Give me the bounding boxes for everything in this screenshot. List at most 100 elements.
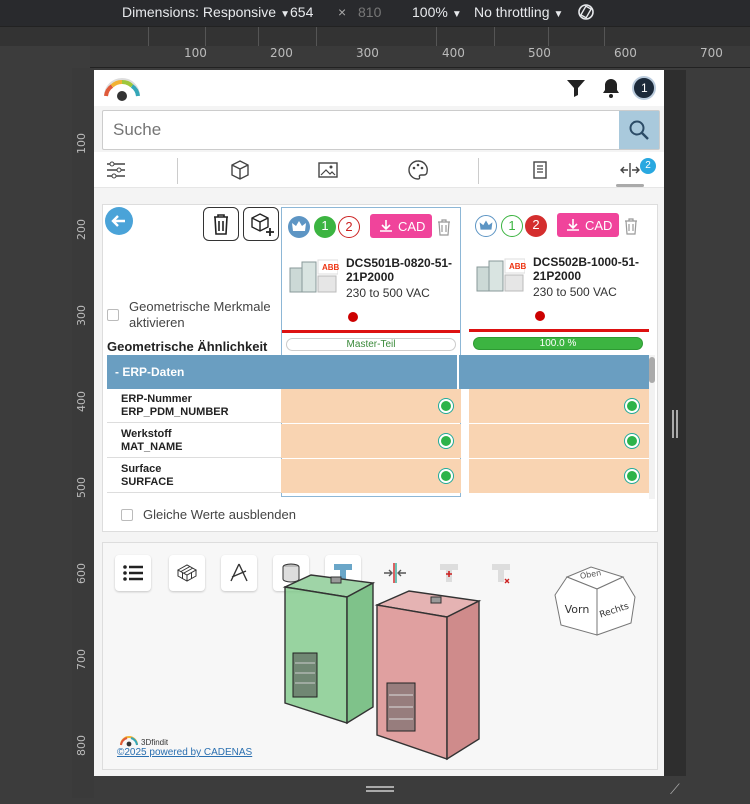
3dfindit-logo-icon: 3Dfindit xyxy=(120,736,169,747)
row-label-line1: ERP-Nummer xyxy=(121,393,192,405)
dimensions-select[interactable]: Dimensions: Responsive ▼ xyxy=(122,4,290,20)
column-separator xyxy=(457,355,459,389)
compared-part-model xyxy=(374,590,482,761)
search-button[interactable] xyxy=(619,111,659,149)
view-cube[interactable]: Oben Vorn Rechts xyxy=(553,563,637,643)
back-button[interactable] xyxy=(105,207,133,235)
resize-handle-horizontal[interactable] xyxy=(366,786,394,792)
product-name[interactable]: DCS501B-0820-51-21P2000 xyxy=(346,256,458,284)
throttling-select[interactable]: No throttling ▼ xyxy=(474,4,563,20)
hide-equal-label: Gleiche Werte ausblenden xyxy=(143,507,296,522)
avatar-initial: 1 xyxy=(641,81,648,95)
row-label-line1: Surface xyxy=(121,463,162,475)
cadenas-logo-icon xyxy=(104,78,140,101)
row-label-line2: ERP_PDM_NUMBER xyxy=(121,406,229,418)
search-input[interactable] xyxy=(103,111,619,149)
table-cell xyxy=(469,459,649,493)
resize-corner-handle[interactable]: ⟋ xyxy=(670,782,684,796)
3d-model-view[interactable] xyxy=(281,573,511,763)
device-viewport: 1 2 Geometrische Merkmale akti xyxy=(94,70,664,776)
rotate-icon[interactable] xyxy=(576,2,596,25)
row-label-line1: Werkstoff xyxy=(121,428,172,440)
geometric-features-checkbox[interactable] xyxy=(107,309,119,321)
product-name[interactable]: DCS502B-1000-51-21P2000 xyxy=(533,255,645,283)
hide-equal-checkbox[interactable] xyxy=(121,509,133,521)
ruler-label: 100 xyxy=(184,46,207,60)
add-cube-icon xyxy=(251,213,274,236)
position-1-button[interactable]: 1 xyxy=(501,215,523,237)
user-avatar[interactable]: 1 xyxy=(632,76,656,100)
wireframe-button[interactable] xyxy=(169,555,205,591)
dimensions-label: Dimensions: Responsive xyxy=(122,4,277,20)
wireframe-icon xyxy=(176,564,198,582)
media-query-strip xyxy=(0,26,750,47)
cad-download-button[interactable]: CAD xyxy=(370,214,432,238)
trash-icon[interactable] xyxy=(436,218,452,236)
resize-handle-vertical[interactable] xyxy=(672,410,678,438)
compare-panel: Geometrische Merkmale aktivieren Geometr… xyxy=(102,204,658,532)
ruler-label: 800 xyxy=(75,735,88,756)
table-cell xyxy=(281,389,461,423)
scrollbar-thumb[interactable] xyxy=(649,357,655,383)
ruler-top: 100 200 300 400 500 600 700 xyxy=(90,46,750,68)
filter-icon[interactable] xyxy=(564,76,588,100)
throttling-label: No throttling xyxy=(474,4,550,20)
measure-button[interactable] xyxy=(221,555,257,591)
table-row: Surface SURFACE xyxy=(107,459,649,493)
tab-separator xyxy=(177,158,178,184)
palette-icon[interactable] xyxy=(406,158,430,182)
position-2-button[interactable]: 2 xyxy=(338,216,360,238)
geometric-similarity-title: Geometrische Ähnlichkeit xyxy=(107,339,268,354)
width-input[interactable]: 654 xyxy=(290,4,313,20)
ruler-label: 400 xyxy=(442,46,465,60)
match-dot xyxy=(625,434,639,448)
position-1-button[interactable]: 1 xyxy=(314,216,336,238)
delete-all-button[interactable] xyxy=(203,207,239,241)
cad-download-button[interactable]: CAD xyxy=(557,213,619,237)
add-part-button[interactable] xyxy=(243,207,279,241)
bell-icon[interactable] xyxy=(599,76,623,100)
row-label: Surface SURFACE xyxy=(107,459,281,493)
erp-section-header[interactable]: - ERP-Daten xyxy=(107,355,649,389)
height-input[interactable]: 810 xyxy=(358,4,381,20)
measure-icon xyxy=(230,563,248,582)
document-icon[interactable] xyxy=(528,158,552,182)
devtools-toolbar: Dimensions: Responsive ▼ 654 × 810 100% ▼ … xyxy=(0,0,750,26)
ruler-label: 700 xyxy=(75,649,88,670)
cube-icon[interactable] xyxy=(228,158,252,182)
compare-arrows-icon[interactable] xyxy=(618,158,642,182)
status-dot xyxy=(348,312,358,322)
row-label: Werkstoff MAT_NAME xyxy=(107,424,281,458)
crown-icon[interactable] xyxy=(288,216,310,238)
app-header: 1 xyxy=(94,70,664,106)
chevron-down-icon: ▼ xyxy=(280,9,290,20)
image-icon[interactable] xyxy=(316,158,340,182)
row-label-line2: SURFACE xyxy=(121,476,174,488)
ruler-label: 200 xyxy=(270,46,293,60)
3d-viewer[interactable]: Oben Vorn Rechts 3Dfindit ©2025 powered … xyxy=(102,542,658,770)
column-header: 1 2 CAD xyxy=(469,207,649,243)
position-2-button[interactable]: 2 xyxy=(525,215,547,237)
sliders-icon[interactable] xyxy=(104,158,128,182)
divider xyxy=(469,329,649,332)
geometric-features-label: Geometrische Merkmale aktivieren xyxy=(129,299,271,330)
master-part-model xyxy=(282,574,376,725)
table-row: ERP-Nummer ERP_PDM_NUMBER xyxy=(107,389,649,423)
ruler-label: 600 xyxy=(75,563,88,584)
view-cube-front-label[interactable]: Vorn xyxy=(565,603,590,616)
ruler-label: 300 xyxy=(75,305,88,326)
product-description: 230 to 500 VAC xyxy=(533,285,617,299)
zoom-select[interactable]: 100% ▼ xyxy=(412,4,462,20)
match-dot xyxy=(439,434,453,448)
list-icon xyxy=(123,565,143,581)
match-dot xyxy=(439,399,453,413)
times-sign: × xyxy=(338,4,347,20)
list-view-button[interactable] xyxy=(115,555,151,591)
crown-icon[interactable] xyxy=(475,215,497,237)
table-row: Werkstoff MAT_NAME xyxy=(107,424,649,458)
abb-logo: ABB xyxy=(322,263,340,272)
powered-by-link[interactable]: ©2025 powered by CADENAS xyxy=(117,747,252,758)
table-cell xyxy=(469,389,649,423)
match-dot xyxy=(625,399,639,413)
trash-icon[interactable] xyxy=(623,217,639,235)
